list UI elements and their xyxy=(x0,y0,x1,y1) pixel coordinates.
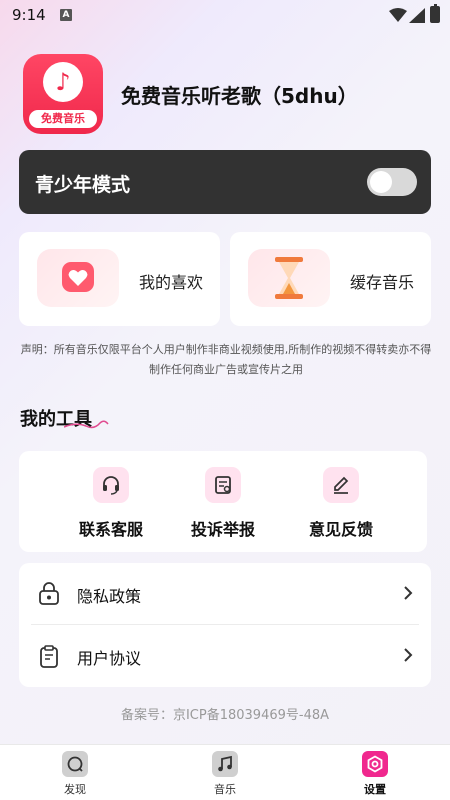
nav-discover-label: 发现 xyxy=(64,783,86,796)
settings-icon xyxy=(362,751,388,777)
toggle-knob xyxy=(370,171,392,193)
icp-record: 备案号：京ICP备18039469号-48A xyxy=(120,708,330,723)
user-agreement-label: 用户协议 xyxy=(77,649,142,668)
status-time: 9:14 xyxy=(12,6,46,24)
hourglass-icon xyxy=(248,249,330,307)
app-logo: ♪ 免费音乐 xyxy=(23,54,103,134)
notification-icon: A xyxy=(60,9,72,21)
privacy-policy-row[interactable]: 隐私政策 xyxy=(19,563,431,625)
chevron-right-icon xyxy=(404,648,413,662)
logo-text: 免费音乐 xyxy=(29,110,97,128)
discover-icon xyxy=(62,751,88,777)
bottom-nav: 发现 音乐 设置 xyxy=(0,744,450,800)
favorites-card[interactable]: 我的喜欢 xyxy=(19,232,220,326)
youth-mode-label: 青少年模式 xyxy=(35,174,131,196)
nav-settings-label: 设置 xyxy=(364,783,386,796)
signal-icon xyxy=(409,8,425,23)
nav-discover[interactable]: 发现 xyxy=(45,751,105,797)
headset-icon xyxy=(93,467,129,503)
report-icon xyxy=(205,467,241,503)
report-label: 投诉举报 xyxy=(190,520,255,539)
user-agreement-row[interactable]: 用户协议 xyxy=(19,625,431,687)
cached-music-label: 缓存音乐 xyxy=(350,273,415,292)
clipboard-icon xyxy=(40,645,58,668)
contact-support-label: 联系客服 xyxy=(78,520,143,539)
lock-icon xyxy=(39,582,59,605)
privacy-policy-label: 隐私政策 xyxy=(77,587,142,606)
music-note-icon: ♪ xyxy=(43,62,83,102)
edit-icon xyxy=(323,467,359,503)
contact-support-button[interactable]: 联系客服 xyxy=(51,467,171,539)
status-bar: 9:14 A xyxy=(0,0,450,32)
tools-card: 联系客服 投诉举报 意见反馈 xyxy=(19,451,427,552)
app-name: 免费音乐听老歌（5dhu） xyxy=(121,84,358,108)
battery-icon xyxy=(430,4,440,23)
youth-mode-card: 青少年模式 xyxy=(19,150,431,214)
music-note-icon xyxy=(212,751,238,777)
nav-settings[interactable]: 设置 xyxy=(345,751,405,797)
feedback-label: 意见反馈 xyxy=(308,520,373,539)
heart-icon xyxy=(37,249,119,307)
nav-music-label: 音乐 xyxy=(214,783,236,796)
report-button[interactable]: 投诉举报 xyxy=(163,467,283,539)
policy-list: 隐私政策 用户协议 xyxy=(19,563,431,687)
wifi-icon xyxy=(389,8,407,22)
chevron-right-icon xyxy=(404,586,413,600)
feedback-button[interactable]: 意见反馈 xyxy=(281,467,401,539)
disclaimer-text: 声明：所有音乐仅限平台个人用户制作非商业视频使用,所制作的视频不得转卖亦不得制作… xyxy=(20,343,432,376)
cached-music-card[interactable]: 缓存音乐 xyxy=(230,232,431,326)
nav-music[interactable]: 音乐 xyxy=(195,751,255,797)
favorites-label: 我的喜欢 xyxy=(139,273,204,292)
youth-mode-toggle[interactable] xyxy=(367,168,417,196)
squiggle-decoration xyxy=(64,420,109,429)
